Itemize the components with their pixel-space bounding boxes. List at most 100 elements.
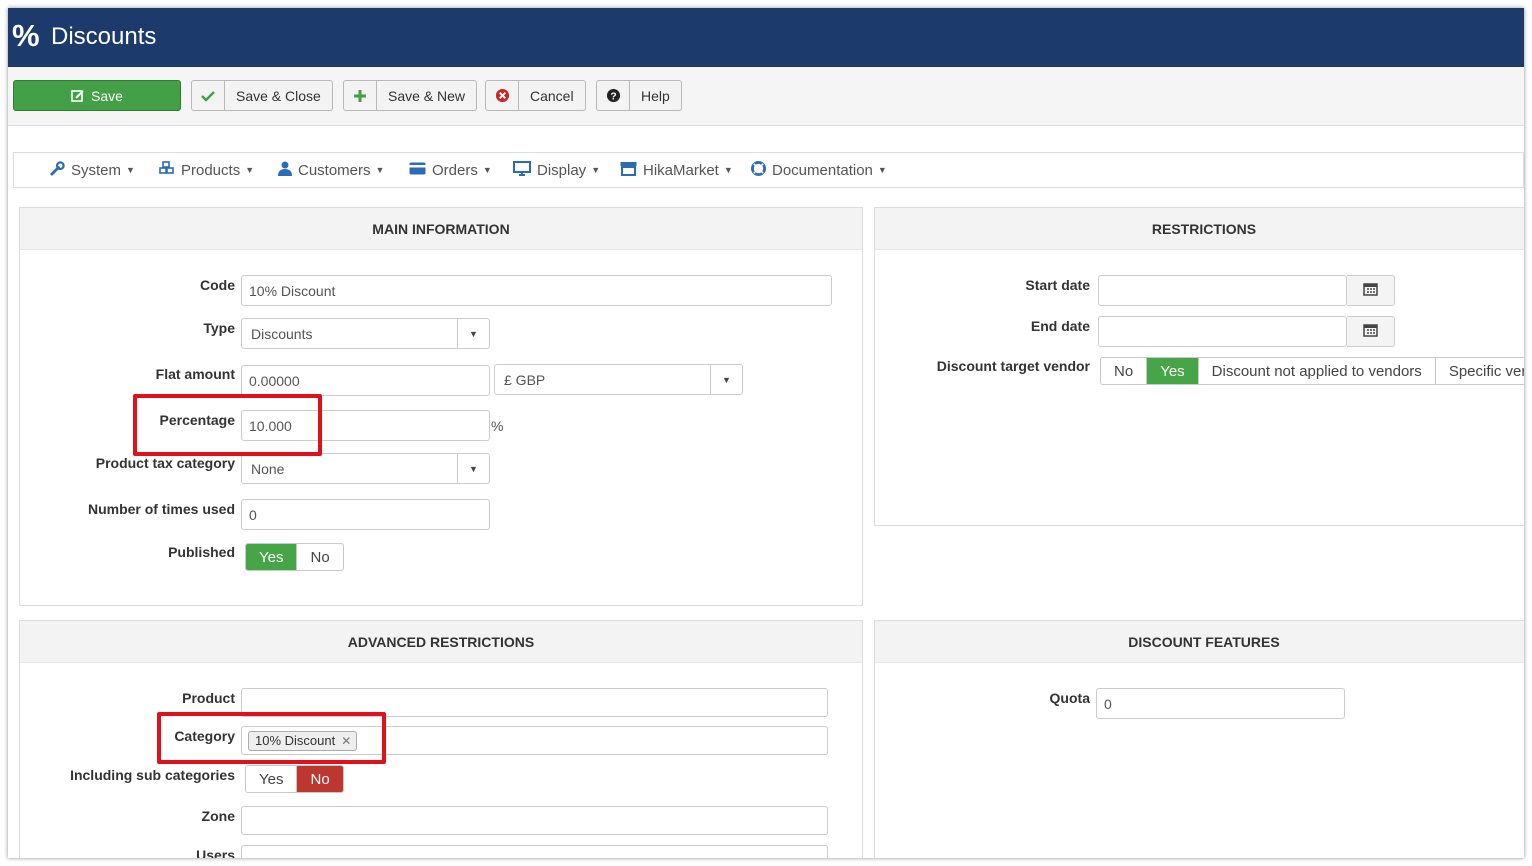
- save-new-label: Save & New: [388, 87, 466, 104]
- flat-amount-label: Flat amount: [155, 366, 235, 382]
- cubes-icon: [159, 161, 175, 179]
- save-close-label: Save & Close: [236, 87, 321, 104]
- category-highlight: [157, 712, 386, 764]
- advanced-restrictions-heading: ADVANCED RESTRICTIONS: [20, 621, 862, 663]
- discount-features-panel: DISCOUNT FEATURES: [874, 620, 1524, 858]
- tax-category-select[interactable]: None ▼: [241, 453, 490, 484]
- users-input[interactable]: [241, 845, 828, 858]
- percent-icon: %: [12, 18, 40, 53]
- currency-select[interactable]: £ GBP ▼: [494, 364, 743, 395]
- discount-features-heading: DISCOUNT FEATURES: [875, 621, 1524, 663]
- menu-bar: System ▼ Products ▼ Customers ▼ Orders ▼: [13, 152, 1524, 188]
- published-no-option[interactable]: No: [297, 544, 343, 570]
- toolbar: Save Save & Close Save & New Cancel ? He…: [8, 67, 1524, 126]
- user-icon: [278, 161, 292, 180]
- menu-documentation-label: Documentation: [772, 161, 873, 179]
- menu-orders-label: Orders: [432, 161, 478, 179]
- vendor-not-applied-option[interactable]: Discount not applied to vendors: [1198, 358, 1436, 384]
- menu-products[interactable]: Products ▼: [159, 153, 254, 187]
- subcat-no-option[interactable]: No: [297, 766, 343, 792]
- plus-icon: [344, 81, 377, 110]
- wrench-icon: [50, 160, 65, 180]
- caret-down-icon: ▼: [126, 165, 135, 175]
- quota-value: 0: [1104, 695, 1112, 712]
- vendor-specific-option[interactable]: Specific ven: [1435, 358, 1524, 384]
- end-date-label: End date: [1030, 318, 1090, 334]
- menu-orders[interactable]: Orders ▼: [409, 153, 492, 187]
- lifebuoy-icon: [751, 160, 766, 180]
- menu-hikamarket-label: HikaMarket: [643, 161, 719, 179]
- type-select[interactable]: Discounts ▼: [241, 318, 490, 349]
- zone-input[interactable]: [241, 806, 828, 835]
- vendor-no-option[interactable]: No: [1101, 358, 1148, 384]
- help-button[interactable]: ? Help: [596, 80, 682, 111]
- edit-icon: [71, 81, 85, 110]
- cancel-button[interactable]: Cancel: [485, 80, 586, 111]
- menu-customers-label: Customers: [298, 161, 371, 179]
- help-label: Help: [641, 87, 670, 104]
- caret-down-icon: ▼: [457, 454, 489, 483]
- menu-display[interactable]: Display ▼: [513, 153, 600, 187]
- zone-label: Zone: [201, 808, 235, 824]
- published-yes-option[interactable]: Yes: [246, 544, 298, 570]
- calendar-icon: [1363, 323, 1378, 340]
- menu-customers[interactable]: Customers ▼: [278, 153, 384, 187]
- published-label: Published: [168, 544, 235, 560]
- caret-down-icon: ▼: [877, 165, 887, 175]
- end-date-calendar-button[interactable]: [1347, 316, 1395, 347]
- credit-card-icon: [409, 162, 426, 179]
- subcat-yes-option[interactable]: Yes: [246, 766, 298, 792]
- calendar-icon: [1363, 282, 1378, 299]
- page-title: Discounts: [51, 23, 157, 50]
- caret-down-icon: ▼: [482, 165, 492, 175]
- quota-input[interactable]: 0: [1096, 688, 1345, 719]
- target-vendor-toggle: No Yes Discount not applied to vendors S…: [1100, 357, 1524, 385]
- type-label: Type: [203, 320, 235, 336]
- save-new-button[interactable]: Save & New: [343, 80, 478, 111]
- save-button[interactable]: Save: [13, 80, 181, 111]
- save-close-button[interactable]: Save & Close: [191, 80, 333, 111]
- vendor-yes-option[interactable]: Yes: [1147, 358, 1199, 384]
- caret-down-icon: ▼: [710, 365, 742, 394]
- times-used-value: 0: [249, 506, 257, 523]
- caret-down-icon: ▼: [245, 165, 255, 175]
- cancel-icon: [486, 81, 519, 110]
- sub-categories-toggle: Yes No: [245, 765, 344, 793]
- menu-system-label: System: [71, 161, 122, 179]
- currency-value: £ GBP: [504, 371, 546, 388]
- start-date-input[interactable]: [1098, 275, 1347, 306]
- store-icon: [620, 161, 637, 180]
- code-value: 10% Discount: [249, 282, 336, 299]
- start-date-label: Start date: [1025, 277, 1090, 293]
- end-date-input[interactable]: [1098, 316, 1347, 347]
- menu-hikamarket[interactable]: HikaMarket ▼: [620, 153, 733, 187]
- times-used-input[interactable]: 0: [241, 499, 490, 530]
- users-label: Users: [196, 847, 235, 858]
- question-icon: ?: [597, 81, 630, 110]
- check-icon: [192, 81, 225, 110]
- menu-documentation[interactable]: Documentation ▼: [751, 153, 887, 187]
- tax-category-value: None: [251, 460, 285, 477]
- percentage-highlight: [133, 394, 322, 456]
- target-vendor-label: Discount target vendor: [936, 358, 1090, 374]
- times-used-label: Number of times used: [87, 501, 235, 517]
- caret-down-icon: ▼: [591, 165, 601, 175]
- published-toggle: Yes No: [245, 543, 344, 571]
- quota-label: Quota: [1049, 690, 1090, 706]
- start-date-calendar-button[interactable]: [1347, 275, 1395, 306]
- product-label: Product: [182, 690, 235, 706]
- save-label: Save: [91, 87, 123, 104]
- menu-system[interactable]: System ▼: [50, 153, 135, 187]
- percentage-suffix: %: [491, 418, 504, 434]
- main-information-heading: MAIN INFORMATION: [20, 208, 862, 250]
- type-value: Discounts: [251, 325, 313, 342]
- cancel-label: Cancel: [530, 87, 574, 104]
- window: % Discounts Save Save & Close Save & New: [8, 8, 1524, 858]
- tax-category-label: Product tax category: [95, 455, 235, 471]
- caret-down-icon: ▼: [723, 165, 733, 175]
- sub-categories-label: Including sub categories: [70, 767, 235, 783]
- code-input[interactable]: 10% Discount: [241, 275, 832, 306]
- flat-amount-value: 0.00000: [249, 372, 300, 389]
- svg-text:?: ?: [610, 91, 616, 102]
- flat-amount-input[interactable]: 0.00000: [241, 365, 490, 396]
